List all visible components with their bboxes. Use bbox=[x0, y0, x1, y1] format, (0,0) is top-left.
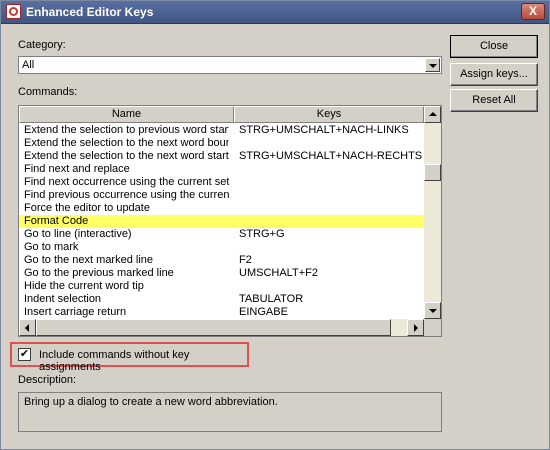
vertical-scrollbar[interactable] bbox=[424, 106, 441, 319]
horizontal-scrollbar[interactable] bbox=[19, 319, 424, 336]
commands-list-header: Name Keys bbox=[19, 106, 424, 123]
table-row[interactable]: Insert carriage return EINGABE bbox=[19, 306, 424, 319]
command-name-cell: Force the editor to update bbox=[24, 202, 150, 214]
title-bar[interactable]: Enhanced Editor Keys X bbox=[1, 1, 549, 24]
table-row[interactable]: Indent selection TABULATOR bbox=[19, 293, 424, 306]
table-row[interactable]: Force the editor to update bbox=[19, 202, 424, 215]
command-keys-cell: STRG+G bbox=[239, 228, 285, 240]
description-text: Bring up a dialog to create a new word a… bbox=[24, 396, 278, 408]
table-row[interactable]: Go to the next marked line F2 bbox=[19, 254, 424, 267]
table-row[interactable]: Go to line (interactive) STRG+G bbox=[19, 228, 424, 241]
command-name-cell: Find next occurrence using the current s… bbox=[24, 176, 229, 188]
command-keys-cell: UMSCHALT+F2 bbox=[239, 267, 318, 279]
table-row[interactable]: Find next and replace bbox=[19, 163, 424, 176]
assign-keys-button[interactable]: Assign keys... bbox=[450, 63, 538, 86]
window-title: Enhanced Editor Keys bbox=[26, 5, 154, 19]
window-close-icon[interactable]: X bbox=[521, 3, 545, 20]
table-row[interactable]: Extend the selection to the next word bo… bbox=[19, 137, 424, 150]
chevron-down-icon[interactable] bbox=[425, 58, 440, 72]
command-keys-cell: F2 bbox=[239, 254, 252, 266]
command-name-cell: Go to mark bbox=[24, 241, 79, 253]
command-name-cell: Indent selection bbox=[24, 293, 102, 305]
command-name-cell: Find previous occurrence using the curre… bbox=[24, 189, 229, 201]
scroll-up-icon[interactable] bbox=[424, 106, 441, 123]
table-row[interactable]: Find next occurrence using the current s… bbox=[19, 176, 424, 189]
description-label: Description: bbox=[18, 374, 77, 386]
category-select[interactable]: All bbox=[18, 56, 442, 74]
table-row[interactable]: Hide the current word tip bbox=[19, 280, 424, 293]
horizontal-scroll-thumb[interactable] bbox=[36, 319, 391, 336]
commands-list[interactable]: Name Keys Extend the selection to previo… bbox=[18, 105, 442, 337]
command-name-cell: Hide the current word tip bbox=[24, 280, 144, 292]
vertical-scroll-thumb[interactable] bbox=[424, 164, 441, 181]
command-keys-cell: TABULATOR bbox=[239, 293, 304, 305]
reset-all-button[interactable]: Reset All bbox=[450, 89, 538, 112]
include-unassigned-checkbox[interactable]: ✔ bbox=[18, 348, 31, 361]
table-row[interactable]: Format Code bbox=[19, 215, 424, 228]
category-label: Category: bbox=[18, 39, 66, 51]
command-name-cell: Find next and replace bbox=[24, 163, 130, 175]
scrollbar-corner bbox=[424, 319, 441, 336]
editor-app-icon bbox=[6, 4, 21, 19]
commands-label: Commands: bbox=[18, 86, 78, 98]
command-name-cell: Go to the next marked line bbox=[24, 254, 154, 266]
scroll-down-icon[interactable] bbox=[424, 302, 441, 319]
include-unassigned-highlight: ✔ Include commands without key assignmen… bbox=[10, 342, 249, 373]
command-name-cell: Format Code bbox=[24, 215, 89, 227]
commands-rows: Extend the selection to previous word st… bbox=[19, 124, 424, 319]
table-row[interactable]: Go to the previous marked line UMSCHALT+F… bbox=[19, 267, 424, 280]
command-name-cell: Go to the previous marked line bbox=[24, 267, 174, 279]
category-selected-value: All bbox=[22, 59, 35, 71]
column-header-name[interactable]: Name bbox=[19, 106, 234, 123]
command-keys-cell: EINGABE bbox=[239, 306, 288, 318]
command-keys-cell: STRG+UMSCHALT+NACH-RECHTS bbox=[239, 150, 423, 162]
command-keys-cell: STRG+UMSCHALT+NACH-LINKS bbox=[239, 124, 409, 136]
command-name-cell: Extend the selection to the next word bo… bbox=[24, 137, 229, 149]
command-name-cell: Go to line (interactive) bbox=[24, 228, 132, 240]
command-name-cell: Extend the selection to the next word st… bbox=[24, 150, 229, 162]
include-unassigned-label[interactable]: Include commands without key assignments bbox=[39, 349, 247, 373]
column-header-keys[interactable]: Keys bbox=[234, 106, 424, 123]
description-box: Bring up a dialog to create a new word a… bbox=[18, 392, 442, 432]
scroll-right-icon[interactable] bbox=[407, 319, 424, 336]
table-row[interactable]: Go to mark bbox=[19, 241, 424, 254]
command-name-cell: Insert carriage return bbox=[24, 306, 127, 318]
table-row[interactable]: Find previous occurrence using the curre… bbox=[19, 189, 424, 202]
scroll-left-icon[interactable] bbox=[19, 319, 36, 336]
enhanced-editor-keys-dialog: Enhanced Editor Keys X Category: All Com… bbox=[0, 0, 550, 450]
command-name-cell: Extend the selection to previous word st… bbox=[24, 124, 229, 136]
table-row[interactable]: Extend the selection to the next word st… bbox=[19, 150, 424, 163]
close-button[interactable]: Close bbox=[450, 35, 538, 58]
table-row[interactable]: Extend the selection to previous word st… bbox=[19, 124, 424, 137]
